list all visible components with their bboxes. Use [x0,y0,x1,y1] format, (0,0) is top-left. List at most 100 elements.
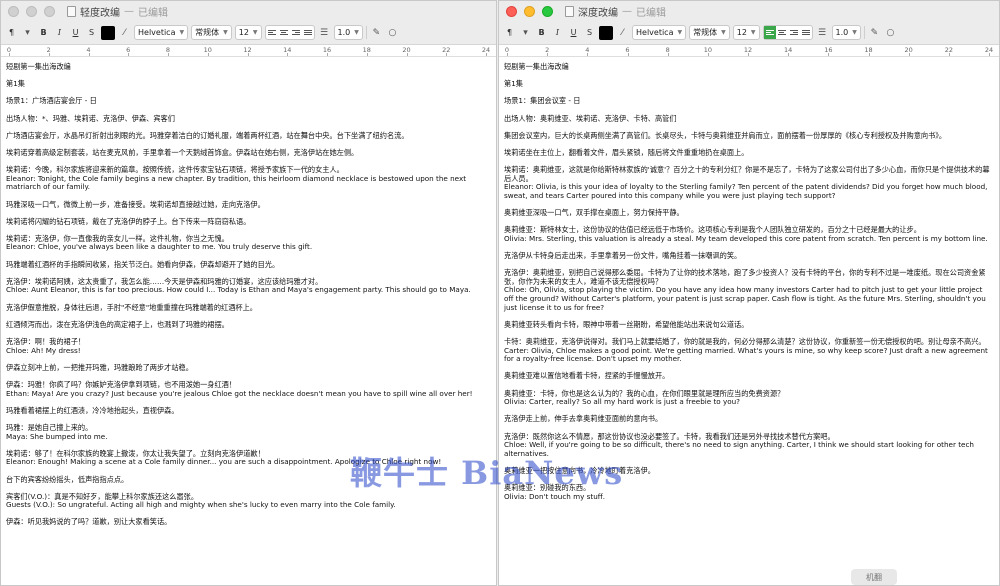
list-icon[interactable]: ☰ [318,26,331,39]
paragraph-style-button[interactable]: ¶ [503,25,516,40]
chevron-down-icon[interactable]: ▾ [21,26,34,39]
document-paragraph: 克洛伊：啊！我的裙子！ Chloe: Ah! My dress! [6,337,86,355]
toolbar-divider [863,26,865,39]
list-icon[interactable]: ☰ [816,26,829,39]
pen-icon[interactable]: ✎ [370,26,383,39]
line-spacing-value: 1.0 [835,28,849,37]
ruler-tick [507,53,508,56]
align-justify-button[interactable] [302,26,314,39]
document-paragraph: 埃莉诺穿着高级定制套装，站在麦克风前，手里拿着一个天鹅绒首饰盒。伊森站在她右侧，… [6,147,359,157]
ruler-tick [88,53,90,56]
close-button[interactable] [506,6,517,17]
font-weight-select[interactable]: 常规体 ▼ [689,25,730,40]
document-paragraph: 宾客们(V.O.)：真是不知好歹，能攀上科尔家族还这么嚣张。 Guests (V.… [6,491,396,510]
zoom-button[interactable] [44,6,55,17]
text-color-swatch[interactable] [599,25,613,40]
chevron-down-icon: ▼ [354,29,359,36]
document-paragraph: 场景1：集团会议室 - 日 [504,96,581,106]
ruler-tick [868,53,870,56]
underline-button[interactable]: U [567,25,580,40]
ruler-tick [207,53,209,56]
bold-button[interactable]: B [535,25,548,40]
document-icon [565,6,574,17]
chevron-down-icon: ▼ [223,29,228,36]
minimize-button[interactable] [26,6,37,17]
align-justify-button[interactable] [800,26,812,39]
ruler-tick [247,53,249,56]
strikethrough-button[interactable]: S [85,25,98,40]
font-family-value: Helvetica [138,28,176,37]
ruler-tick [287,53,289,56]
close-button[interactable] [8,6,19,17]
highlight-color-icon[interactable]: ⁄ [118,26,131,39]
left-editor-window: 轻度改编 — 已编辑 ¶ ▾ B I U S ⁄ Helvetica ▼ 常规体 ▼… [0,0,497,586]
circle-icon[interactable]: ○ [884,26,897,39]
ruler-tick [446,53,448,56]
document-paragraph: 红酒倾泻而出，泼在克洛伊浅色的高定裙子上，也溅到了玛雅的裙摆。 [6,319,229,329]
align-right-button[interactable] [788,26,800,39]
left-ruler[interactable]: 0 2 4 6 8 10 12 14 16 18 20 22 24 [1,45,496,57]
minimize-button[interactable] [524,6,535,17]
document-paragraph: 克洛伊从卡特身后走出来，手里拿着另一份文件，嘴角挂着一抹嘲讽的笑。 [504,251,742,261]
align-right-button[interactable] [290,26,302,39]
right-title-bar[interactable]: 深度改编 — 已编辑 [499,1,999,21]
pen-icon[interactable]: ✎ [868,26,881,39]
underline-button[interactable]: U [69,25,82,40]
document-paragraph: 克洛伊：奥莉维亚，别把自己说得那么委屈。卡特为了让你的技术落地，跑了多少投资人？… [504,268,986,312]
font-size-select[interactable]: 12 ▼ [732,25,760,40]
font-weight-value: 常规体 [693,28,718,37]
ruler-tick [828,53,830,56]
document-paragraph: 奥莉维亚：卡特，你也是这么认为的？我的心血，在你们眼里就是理所应当的免费资源？ O… [504,388,785,407]
line-spacing-select[interactable]: 1.0 ▼ [831,25,861,40]
left-format-toolbar: ¶ ▾ B I U S ⁄ Helvetica ▼ 常规体 ▼ 12 ▼ ☰ 1.0 ▼… [1,21,496,45]
ruler-tick [667,53,669,56]
ruler-tick [788,53,790,56]
right-window-controls [506,6,553,17]
strikethrough-button[interactable]: S [583,25,596,40]
circle-icon[interactable]: ○ [386,26,399,39]
document-paragraph: 卡特：奥莉维亚，克洛伊说得对。我们马上就要结婚了，你的就是我的，何必分得那么清楚… [504,337,988,364]
machine-translate-button[interactable]: 机翻 [851,569,897,585]
align-center-button[interactable] [776,26,788,39]
italic-button[interactable]: I [53,25,66,40]
right-ruler[interactable]: 0 2 4 6 8 10 12 14 16 18 20 22 24 [499,45,999,57]
ruler-tick [48,53,50,56]
document-paragraph: 第1集 [504,79,523,89]
align-left-button[interactable] [266,26,278,39]
ruler-tick [627,53,629,56]
title-separator: — [622,6,632,17]
right-window-title-group: 深度改编 — 已编辑 [565,4,666,19]
zoom-button[interactable] [542,6,553,17]
font-weight-select[interactable]: 常规体 ▼ [191,25,232,40]
toolbar-divider [365,26,367,39]
left-title-bar[interactable]: 轻度改编 — 已编辑 [1,1,496,21]
font-size-value: 12 [238,28,249,37]
chevron-down-icon[interactable]: ▾ [519,26,532,39]
bold-button[interactable]: B [37,25,50,40]
document-paragraph: 短剧第一集出海改编 [504,62,569,71]
right-document-body[interactable]: 短剧第一集出海改编 第1集 场景1：集团会议室 - 日出场人物：奥莉维亚、埃莉诺、克… [499,57,999,501]
align-center-button[interactable] [278,26,290,39]
paragraph-style-button[interactable]: ¶ [5,25,18,40]
font-size-select[interactable]: 12 ▼ [234,25,262,40]
text-color-swatch[interactable] [101,25,115,40]
font-family-select[interactable]: Helvetica ▼ [632,25,687,40]
align-left-button[interactable] [763,26,776,39]
edited-status: 已编辑 [138,8,168,19]
document-paragraph: 埃莉诺：奥莉维亚，这就是你给斯特林家族的'诚意'？百分之十的专利分红？你是不是忘… [504,165,990,200]
alignment-group [264,25,315,40]
font-family-select[interactable]: Helvetica ▼ [134,25,189,40]
document-paragraph: 短剧第一集出海改编 [6,62,71,71]
right-format-toolbar: ¶ ▾ B I U S ⁄ Helvetica ▼ 常规体 ▼ 12 ▼ ☰ 1.0 ▼… [499,21,999,45]
document-icon [67,6,76,17]
line-spacing-select[interactable]: 1.0 ▼ [333,25,363,40]
chevron-down-icon: ▼ [852,29,857,36]
ruler-tick [707,53,709,56]
highlight-color-icon[interactable]: ⁄ [616,26,629,39]
ruler-tick [748,53,749,56]
italic-button[interactable]: I [551,25,564,40]
document-paragraph: 出场人物：*、玛雅、埃莉诺、克洛伊、伊森、宾客们 [6,113,175,123]
left-window-title: 轻度改编 [80,8,120,19]
right-editor-window: 深度改编 — 已编辑 ¶ ▾ B I U S ⁄ Helvetica ▼ 常规体 ▼… [498,0,1000,586]
ruler-tick [406,53,408,56]
